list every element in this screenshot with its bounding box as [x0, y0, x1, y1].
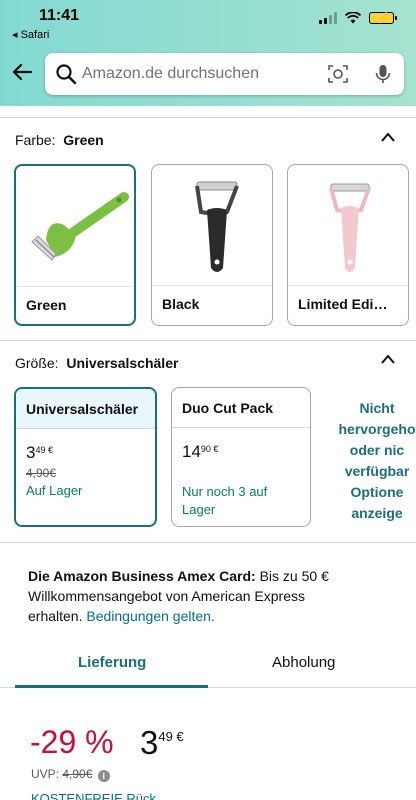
selected-color-value: Green — [63, 132, 104, 148]
size-option-duo-cut-pack[interactable]: Duo Cut Pack 1490 € Nur noch 3 auf Lager — [171, 387, 311, 527]
battery-icon: ⚡ — [369, 12, 397, 24]
size-option-name: Universalschäler — [26, 401, 139, 417]
size-option-availability: Nur noch 3 auf — [182, 484, 268, 499]
back-to-safari-link[interactable]: ◂ Safari — [12, 28, 49, 41]
wifi-icon — [345, 12, 361, 24]
chevron-up-icon[interactable] — [380, 131, 396, 143]
color-option-label: Green — [26, 297, 67, 313]
size-option-price: 1490 € — [182, 442, 219, 461]
size-option-universalschaeler[interactable]: Universalschäler 349 € 4,90€ Auf Lager — [14, 387, 157, 527]
color-section-label: Farbe: Green — [15, 132, 104, 148]
status-icons: ⚡ — [319, 12, 397, 24]
pink-peeler-image — [288, 165, 408, 285]
status-time: 11:41 — [39, 7, 80, 24]
selected-size-value: Universalschäler — [66, 355, 179, 371]
back-arrow-icon[interactable] — [10, 60, 34, 84]
app-header: 11:41 ◂ Safari ⚡ Amazon.de durchsuchen — [0, 0, 416, 106]
tab-pickup[interactable]: Abholung — [272, 654, 335, 671]
tab-delivery[interactable]: Lieferung — [78, 654, 146, 671]
color-option-limited-edition[interactable]: Limited Edi… — [287, 164, 409, 326]
size-option-availability: Auf Lager — [26, 483, 83, 498]
show-unavailable-options-link[interactable]: Nicht hervorgeho oder nic verfügbar Opti… — [325, 398, 416, 524]
amex-promo: Die Amazon Business Amex Card: Bis zu 50… — [28, 568, 329, 624]
active-tab-indicator — [15, 685, 208, 688]
search-bar[interactable]: Amazon.de durchsuchen — [45, 53, 404, 95]
list-price: UVP: 4,90€ i — [31, 767, 110, 782]
divider — [0, 542, 416, 543]
green-peeler-image — [16, 166, 134, 286]
size-option-availability: Lager — [182, 502, 216, 517]
cellular-signal-icon — [319, 12, 337, 24]
camera-scan-icon[interactable] — [327, 63, 349, 85]
color-option-label: Limited Edi… — [298, 296, 388, 312]
free-returns-link[interactable]: KOSTENFREIE Rück... — [31, 791, 167, 800]
search-icon — [56, 64, 77, 85]
microphone-icon[interactable] — [372, 63, 394, 85]
divider — [0, 340, 416, 341]
size-section-label: Größe: Universalschäler — [15, 355, 179, 371]
color-option-label: Black — [162, 296, 200, 312]
terms-link[interactable]: Bedingungen gelten. — [86, 608, 214, 624]
black-peeler-image — [152, 165, 272, 285]
color-option-black[interactable]: Black — [151, 164, 273, 326]
size-option-name: Duo Cut Pack — [182, 400, 274, 416]
chevron-up-icon[interactable] — [380, 353, 396, 365]
size-option-old-price: 4,90€ — [26, 466, 57, 480]
discount-percentage: -29 % — [30, 724, 114, 760]
search-input[interactable]: Amazon.de durchsuchen — [82, 65, 259, 83]
divider — [0, 117, 416, 118]
info-icon[interactable]: i — [97, 770, 110, 782]
offer-price: 349 € — [140, 724, 184, 761]
color-option-green[interactable]: Green — [14, 164, 136, 326]
size-option-price: 349 € — [26, 443, 53, 462]
